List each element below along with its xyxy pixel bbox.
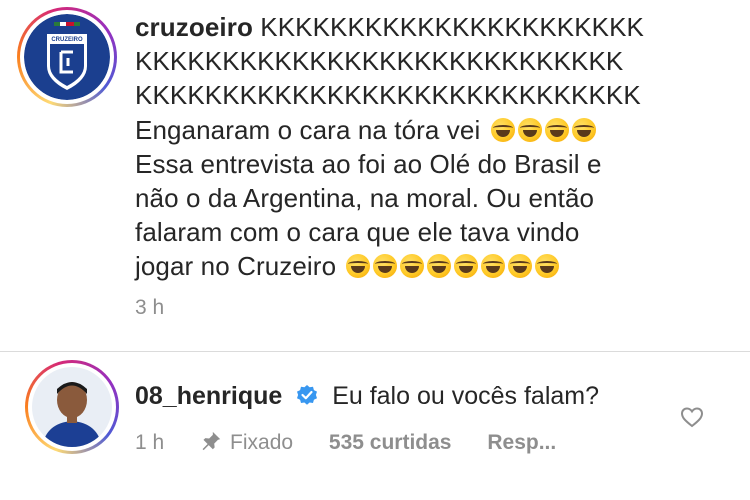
rolling-on-floor-laughing-emoji <box>454 254 479 279</box>
rolling-on-floor-laughing-emoji <box>571 117 596 142</box>
story-ring[interactable]: CRUZEIRO <box>17 7 117 107</box>
comment-line: KKKKKKKKKKKKKKKKKKKKKKKKKKKKK <box>135 80 641 111</box>
pinned-indicator: Fixado <box>200 431 299 454</box>
avatar[interactable] <box>32 367 112 447</box>
comment-line: falaram com o cara que ele tava vindo <box>135 217 580 248</box>
rolling-on-floor-laughing-emoji <box>373 254 398 279</box>
username[interactable]: 08_henrique <box>135 382 282 410</box>
rolling-on-floor-laughing-emoji <box>517 117 542 142</box>
comment-timestamp: 3 h <box>135 296 165 319</box>
reply-button[interactable]: Resp... <box>487 431 556 454</box>
pin-icon <box>202 431 221 451</box>
rolling-on-floor-laughing-emoji <box>490 117 515 142</box>
rolling-on-floor-laughing-emoji <box>346 254 371 279</box>
comment-line: KKKKKKKKKKKKKKKKKKKKKKKKKKKK <box>135 46 624 77</box>
comment-line: jogar no Cruzeiro <box>135 251 337 282</box>
rolling-on-floor-laughing-emoji <box>544 117 569 142</box>
pinned-label: Fixado <box>230 431 294 454</box>
comment-line: Enganaram o cara na tóra vei <box>135 114 481 145</box>
comment-line: 08_henrique Eu falo ou vocês falam? <box>135 382 599 411</box>
comment-timestamp: 1 h <box>135 431 165 454</box>
heart-icon[interactable] <box>680 405 704 429</box>
comment-meta: 1 h Fixado 535 curtidas Resp... <box>135 430 586 455</box>
verified-badge-icon <box>297 385 318 405</box>
likes-count[interactable]: 535 curtidas <box>329 431 452 454</box>
rolling-on-floor-laughing-emoji <box>535 254 560 279</box>
comment-08-henrique: 08_henrique Eu falo ou vocês falam? 1 h … <box>0 352 750 500</box>
story-ring[interactable] <box>25 360 119 454</box>
avatar-logo-text: CRUZEIRO <box>51 37 83 43</box>
comment-line: não o da Argentina, na moral. Ou então <box>135 183 595 214</box>
comment-cruzoeiro: CRUZEIRO cruzoeiro KKKKKKKKKKKKKKKKKKKKK… <box>0 0 750 340</box>
emoji-group <box>488 115 596 145</box>
comment-text: Eu falo ou vocês falam? <box>332 382 600 410</box>
rolling-on-floor-laughing-emoji <box>427 254 452 279</box>
rolling-on-floor-laughing-emoji <box>400 254 425 279</box>
rolling-on-floor-laughing-emoji <box>481 254 506 279</box>
comment-line: Essa entrevista ao foi ao Olé do Brasil … <box>135 148 602 179</box>
comment-body: cruzoeiro KKKKKKKKKKKKKKKKKKKKKK KKKKKKK… <box>135 10 735 284</box>
comment-line: KKKKKKKKKKKKKKKKKKKKKK <box>260 12 644 42</box>
emoji-group <box>343 251 560 281</box>
avatar[interactable]: CRUZEIRO <box>24 14 110 100</box>
rolling-on-floor-laughing-emoji <box>508 254 533 279</box>
username[interactable]: cruzoeiro <box>135 12 253 42</box>
